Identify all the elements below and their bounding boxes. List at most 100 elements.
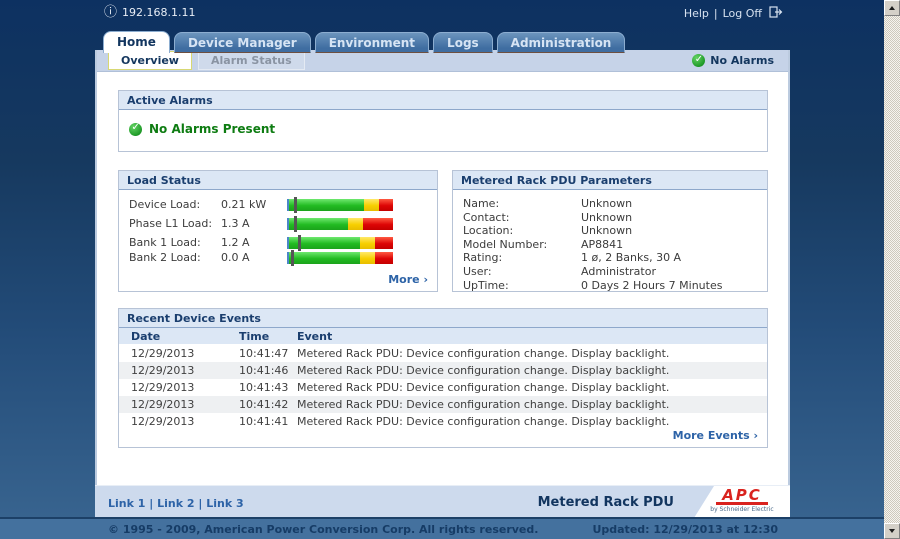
tab-logs[interactable]: Logs <box>433 32 493 53</box>
session-links: Help | Log Off <box>684 6 783 21</box>
load-label: Bank 1 Load: <box>129 236 201 249</box>
device-ip: ⓘ 192.168.1.11 <box>104 6 196 19</box>
updated-timestamp: Updated: 12/29/2013 at 12:30 <box>592 523 778 536</box>
event-row: 12/29/2013 10:41:47 Metered Rack PDU: De… <box>119 345 767 362</box>
load-value: 1.2 A <box>221 236 250 249</box>
load-row-bank-1: Bank 1 Load: 1.2 A <box>129 234 429 251</box>
ip-address: 192.168.1.11 <box>122 6 196 19</box>
load-row-device: Device Load: 0.21 kW <box>129 196 429 213</box>
apc-brand-text: APC <box>722 486 762 504</box>
param-row-uptime: UpTime: 0 Days 2 Hours 7 Minutes <box>463 279 759 293</box>
tab-device-manager[interactable]: Device Manager <box>173 32 311 53</box>
load-gauge <box>287 249 393 266</box>
event-text: Metered Rack PDU: Device configuration c… <box>297 381 670 394</box>
load-label: Device Load: <box>129 198 201 211</box>
event-text: Metered Rack PDU: Device configuration c… <box>297 398 670 411</box>
apc-pdu-console: ⓘ 192.168.1.11 Help | Log Off Home Devic… <box>0 0 900 539</box>
load-value: 1.3 A <box>221 217 250 230</box>
event-date: 12/29/2013 <box>131 398 195 411</box>
param-row-user: User: Administrator <box>463 265 759 279</box>
param-label: Contact: <box>463 210 510 224</box>
event-text: Metered Rack PDU: Device configuration c… <box>297 364 670 377</box>
scroll-down-icon <box>889 529 895 533</box>
vertical-scrollbar[interactable] <box>884 0 900 539</box>
log-off-icon[interactable] <box>769 6 783 21</box>
sub-tabbar: Overview Alarm Status No Alarms <box>97 50 788 72</box>
load-gauge <box>287 215 393 232</box>
param-label: Name: <box>463 197 500 210</box>
help-link[interactable]: Help <box>684 7 709 20</box>
tab-home[interactable]: Home <box>103 31 170 53</box>
event-time: 10:41:46 <box>239 364 289 377</box>
scroll-up-button[interactable] <box>884 0 900 16</box>
param-value: Unknown <box>581 197 633 210</box>
no-alarms-message: No Alarms Present <box>149 122 276 136</box>
load-more-link[interactable]: More › <box>388 273 428 286</box>
event-row: 12/29/2013 10:41:42 Metered Rack PDU: De… <box>119 396 767 413</box>
footer-link-3[interactable]: Link 3 <box>206 497 243 510</box>
apc-tagline: by Schneider Electric <box>710 506 774 513</box>
event-date: 12/29/2013 <box>131 381 195 394</box>
gauge-marker <box>294 196 298 213</box>
param-value: Unknown <box>581 224 633 238</box>
alarms-ok-check-icon <box>129 122 142 136</box>
subtab-alarm-status[interactable]: Alarm Status <box>197 51 305 70</box>
no-alarms-check-icon <box>692 54 706 67</box>
log-off-link[interactable]: Log Off <box>723 7 762 20</box>
tab-administration[interactable]: Administration <box>496 32 626 53</box>
param-row-location: Location: Unknown <box>463 224 759 238</box>
event-time: 10:41:43 <box>239 381 289 394</box>
load-value: 0.0 A <box>221 251 250 264</box>
param-label: User: <box>463 264 492 278</box>
event-time: 10:41:41 <box>239 415 289 428</box>
recent-events-title: Recent Device Events <box>119 309 767 328</box>
event-time: 10:41:42 <box>239 398 289 411</box>
event-date: 12/29/2013 <box>131 364 195 377</box>
active-alarms-box: Active Alarms No Alarms Present <box>118 90 768 152</box>
param-row-name: Name: Unknown <box>463 197 759 211</box>
load-status-box: Load Status Device Load: 0.21 kW Phase L… <box>118 170 438 292</box>
link-separator: | <box>713 7 718 20</box>
gauge-marker <box>298 234 302 251</box>
param-label: Model Number: <box>463 237 548 251</box>
info-icon: ⓘ <box>104 5 118 20</box>
event-text: Metered Rack PDU: Device configuration c… <box>297 415 670 428</box>
col-time: Time <box>239 329 270 343</box>
param-label: Rating: <box>463 251 503 265</box>
pdu-parameters-box: Metered Rack PDU Parameters Name: Unknow… <box>452 170 768 292</box>
param-label: UpTime: <box>463 278 509 292</box>
alarm-status-badge: No Alarms <box>692 54 774 67</box>
gauge-marker <box>294 215 298 232</box>
tab-environment[interactable]: Environment <box>314 32 430 53</box>
param-row-contact: Contact: Unknown <box>463 211 759 225</box>
scroll-down-button[interactable] <box>884 523 900 539</box>
footer-link-2[interactable]: Link 2 <box>157 497 194 510</box>
apc-logo: APC by Schneider Electric <box>694 486 790 518</box>
footer-bar: Link 1 | Link 2 | Link 3 Metered Rack PD… <box>95 485 790 518</box>
col-event: Event <box>297 329 333 343</box>
active-alarms-title: Active Alarms <box>119 91 767 110</box>
load-label: Phase L1 Load: <box>129 217 213 230</box>
event-date: 12/29/2013 <box>131 415 195 428</box>
link-separator: | <box>198 497 203 510</box>
pdu-parameters-title: Metered Rack PDU Parameters <box>453 171 767 190</box>
gauge-marker <box>291 249 295 266</box>
col-date: Date <box>131 329 161 343</box>
param-row-rating: Rating: 1 ø, 2 Banks, 30 A <box>463 251 759 265</box>
param-value: Administrator <box>581 264 656 278</box>
event-text: Metered Rack PDU: Device configuration c… <box>297 347 670 360</box>
footer-link-1[interactable]: Link 1 <box>108 497 145 510</box>
load-row-bank-2: Bank 2 Load: 0.0 A <box>129 249 429 266</box>
more-events-link[interactable]: More Events › <box>673 429 758 442</box>
param-label: Location: <box>463 224 514 238</box>
status-bar: © 1995 - 2009, American Power Conversion… <box>0 517 900 539</box>
load-label: Bank 2 Load: <box>129 251 201 264</box>
subtab-overview[interactable]: Overview <box>108 51 192 70</box>
product-name: Metered Rack PDU <box>537 495 674 510</box>
alarm-badge-label: No Alarms <box>710 54 774 67</box>
load-gauge <box>287 196 393 213</box>
param-value: AP8841 <box>581 237 624 251</box>
param-value: 1 ø, 2 Banks, 30 A <box>581 251 682 265</box>
event-row: 12/29/2013 10:41:41 Metered Rack PDU: De… <box>119 413 767 430</box>
events-table-header: Date Time Event <box>119 328 767 345</box>
